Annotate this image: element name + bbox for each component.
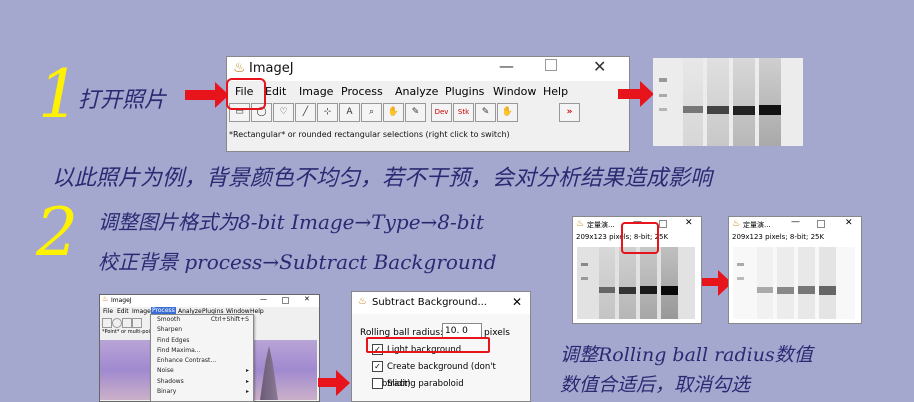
more-tools-icon[interactable]: » — [559, 103, 580, 122]
line-tool-icon[interactable] — [132, 318, 142, 328]
menu-item-noise[interactable]: Noise ▸ — [151, 366, 253, 376]
imagej-logo-icon: ♨ — [233, 60, 246, 76]
menu-edit[interactable]: Edit — [265, 85, 286, 98]
close-button[interactable]: ✕ — [593, 57, 606, 76]
dev-tool-icon[interactable]: Dev — [431, 103, 452, 122]
8bit-highlight — [621, 222, 659, 254]
menu-item-find-edges[interactable]: Find Edges — [151, 336, 253, 346]
minimize-button[interactable]: — — [791, 217, 800, 227]
menu-help[interactable]: Help — [543, 85, 568, 98]
maximize-button[interactable] — [545, 59, 557, 71]
hand-tool-icon[interactable]: ✋ — [383, 103, 404, 122]
close-button[interactable]: ✕ — [845, 218, 853, 228]
dialog-title: Subtract Background... — [372, 297, 487, 308]
text-tool-icon[interactable]: A — [339, 103, 360, 122]
menu-process[interactable]: Process — [341, 85, 383, 98]
submenu-arrow-icon: ▸ — [245, 367, 249, 375]
imagej-window: ♨ ImageJ — ✕ File Edit Image Process Ana… — [226, 56, 630, 152]
tower-image — [260, 346, 278, 400]
gel-image-corrected — [733, 247, 855, 319]
light-bg-highlight — [366, 337, 490, 353]
menu-item-shadows[interactable]: Shadows ▸ — [151, 377, 253, 387]
close-button[interactable]: ✕ — [685, 218, 693, 228]
imagej-logo-icon: ♨ — [102, 295, 109, 303]
imagej-menubar: File Edit Image Process Analyze Plugins … — [227, 81, 629, 103]
imagej-toolbar: ▭ ◯ ♡ ╱ ⊹ A ⌕ ✋ ✎ Dev Stk ✎ ✋» — [227, 103, 629, 123]
option-create-background[interactable]: ✓ Create background (don't subtract) — [372, 359, 530, 389]
line-tool-icon[interactable]: ╱ — [295, 103, 316, 122]
menu-image[interactable]: Image — [299, 85, 333, 98]
process-dropdown: Smooth Ctrl+Shift+S Sharpen Find Edges Fi… — [150, 314, 254, 402]
maximize-button[interactable] — [817, 220, 825, 228]
arrow-to-dialog — [318, 370, 350, 396]
menu-edit[interactable]: Edit — [117, 308, 129, 315]
imagej-title: ImageJ — [249, 61, 294, 76]
menu-plugins[interactable]: Plugins — [445, 85, 484, 98]
menu-file[interactable]: File — [103, 308, 113, 315]
menu-analyze[interactable]: Analyze — [395, 85, 438, 98]
rolling-line1: 调整Rolling ball radius数值 — [560, 344, 813, 366]
arrow-to-corrected — [702, 270, 732, 296]
option-sliding-paraboloid[interactable]: Sliding paraboloid — [372, 376, 530, 393]
arrow-step1 — [185, 82, 229, 108]
magnifier-tool-icon[interactable]: ⌕ — [361, 103, 382, 122]
submenu-arrow-icon: ▸ — [245, 377, 249, 385]
menu-item-enhance-contrast[interactable]: Enhance Contrast... — [151, 356, 253, 366]
step1-number: 1 — [38, 56, 80, 133]
imagej-logo-icon: ♨ — [732, 219, 741, 229]
close-button[interactable]: ✕ — [304, 295, 310, 303]
oval-tool-icon[interactable] — [112, 318, 122, 328]
menu-item-sharpen[interactable]: Sharpen — [151, 325, 253, 335]
polygon-tool-icon[interactable]: ♡ — [273, 103, 294, 122]
point-tool-icon[interactable]: ⊹ — [317, 103, 338, 122]
checkbox-unchecked-icon[interactable] — [372, 378, 383, 389]
menu-image[interactable]: Image — [132, 308, 151, 315]
menu-item-smooth[interactable]: Smooth Ctrl+Shift+S — [151, 315, 253, 325]
minimize-button[interactable]: — — [499, 57, 514, 75]
imagej-status-bar: *Rectangular* or rounded rectangular sel… — [229, 130, 510, 139]
imagej-titlebar: ♨ ImageJ — ✕ — [227, 57, 629, 81]
checkbox-checked-icon[interactable]: ✓ — [372, 361, 383, 372]
step2-number: 2 — [36, 194, 78, 271]
menu-window[interactable]: Window — [493, 85, 536, 98]
polygon-tool-icon[interactable] — [122, 318, 132, 328]
gel-image-8bit — [577, 247, 695, 319]
stk-tool-icon[interactable]: Stk — [453, 103, 474, 122]
note-text: 以此照片为例，背景颜色不均匀，若不干预，会对分析结果造成影响 — [52, 166, 713, 191]
rect-tool-icon[interactable] — [102, 318, 112, 328]
maximize-button[interactable] — [282, 297, 289, 304]
brush-tool-icon[interactable]: ✋ — [497, 103, 518, 122]
gel-window-corrected: ♨ 定量演... — ✕ 209x123 pixels; 8-bit; 25K — [728, 216, 862, 324]
menu-item-find-maxima[interactable]: Find Maxima... — [151, 346, 253, 356]
imagej-logo-icon: ♨ — [358, 296, 367, 307]
gel-window-info: 209x123 pixels; 8-bit; 25K — [732, 233, 825, 241]
step2-line1: 调整图片格式为8-bit Image→Type→8-bit — [98, 210, 485, 234]
small-imagej-title: ImageJ — [111, 297, 132, 304]
pencil-tool-icon[interactable]: ✎ — [475, 103, 496, 122]
close-button[interactable]: ✕ — [512, 295, 522, 309]
arrow-to-gel — [618, 81, 654, 107]
submenu-arrow-icon: ▸ — [245, 388, 249, 396]
imagej-logo-icon: ♨ — [576, 219, 585, 229]
maximize-button[interactable] — [659, 220, 667, 228]
dropper-tool-icon[interactable]: ✎ — [405, 103, 426, 122]
step1-label: 打开照片 — [78, 88, 167, 113]
file-menu-highlight — [226, 78, 266, 110]
step2-line2: 校正背景 process→Subtract Background — [98, 250, 497, 274]
menu-process[interactable]: Process — [151, 307, 176, 314]
gel-window-title: 定量演... — [743, 221, 771, 229]
minimize-button[interactable]: — — [260, 295, 267, 303]
menu-item-binary[interactable]: Binary ▸ — [151, 387, 253, 397]
rolling-line2: 数值合适后，取消勾选 — [560, 374, 751, 396]
gel-photo-original — [653, 58, 803, 146]
gel-window-title: 定量演... — [587, 221, 615, 229]
